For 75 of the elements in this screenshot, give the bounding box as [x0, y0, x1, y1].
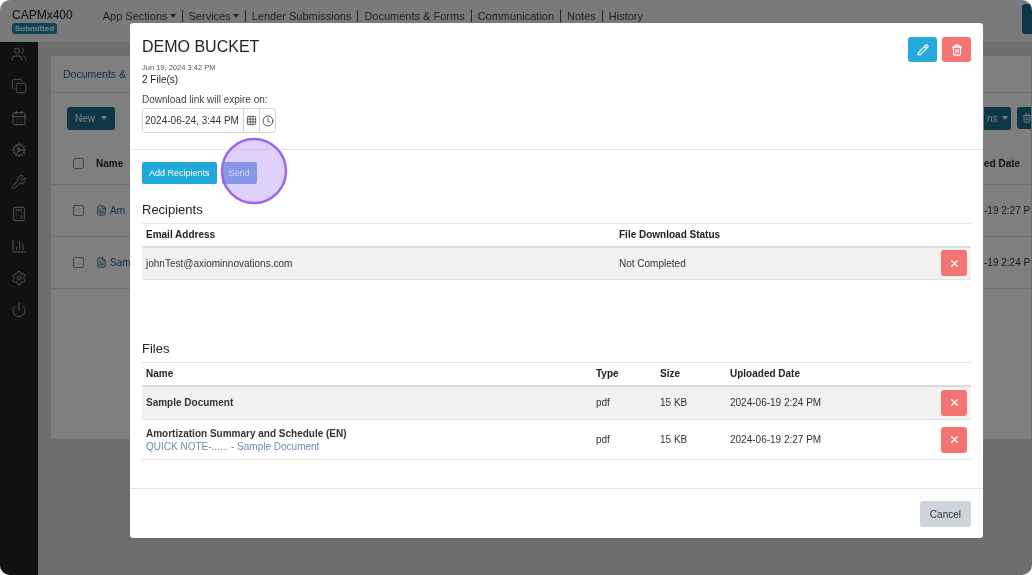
column-header: Name	[96, 158, 124, 169]
settings-icon[interactable]	[11, 142, 27, 158]
column-header: Name	[142, 362, 592, 386]
close-icon	[948, 434, 960, 445]
cancel-button[interactable]: Cancel	[919, 501, 971, 527]
users-icon[interactable]	[11, 46, 27, 62]
nav-link[interactable]: App Sections	[96, 10, 182, 22]
column-header: Type	[592, 362, 656, 386]
column-header: Email Address	[142, 223, 615, 247]
edit-button[interactable]	[908, 37, 937, 62]
date-cell-text: 2024-06-19 2:27 PM	[730, 434, 823, 445]
checkbox[interactable]	[73, 205, 84, 216]
close-icon	[948, 257, 960, 269]
column-header: Uploaded Date	[726, 362, 937, 386]
new-button[interactable]: New	[67, 106, 115, 130]
file-name: Amortization Summary and Schedule (EN)	[146, 427, 348, 439]
add-recipients-button[interactable]: Add Recipients	[142, 162, 217, 184]
pencil-icon	[916, 43, 929, 56]
table-cell: -19 2:24 P	[984, 257, 1031, 268]
file-link[interactable]: Sam	[110, 257, 131, 268]
type-cell-text: pdf	[596, 434, 611, 445]
remove-button[interactable]	[941, 389, 967, 416]
actions-button[interactable]: ns	[984, 106, 1011, 130]
nav-link[interactable]: Communication	[470, 10, 561, 22]
trash-icon	[950, 43, 963, 56]
size-cell-text: 15 KB	[660, 434, 689, 445]
column-header: File Download Status	[615, 223, 937, 247]
highlight-circle	[220, 137, 288, 205]
date-cell-text: 2024-06-19 2:24 PM	[730, 397, 823, 409]
expiry-label: Download link will expire on:	[142, 94, 268, 105]
size-cell-text: 15 KB	[660, 397, 689, 409]
caret-icon	[232, 14, 239, 18]
file-link[interactable]: Am	[110, 205, 125, 216]
power-icon[interactable]	[11, 302, 27, 318]
remove-button[interactable]	[941, 250, 967, 277]
remove-button[interactable]	[1016, 107, 1031, 129]
remove-button[interactable]	[941, 426, 967, 453]
nav-link[interactable]: History	[601, 10, 650, 22]
email-cell-text: johnTest@axiominnovations.com	[146, 257, 294, 269]
column-header: Size	[656, 362, 726, 386]
status-badge: Submitted	[12, 23, 58, 34]
nav-link[interactable]: Lender Submissions	[244, 10, 358, 22]
delete-button[interactable]	[942, 37, 971, 62]
file-name: Sample Document	[146, 397, 235, 409]
calendar-icon[interactable]	[243, 109, 259, 132]
table-cell: -19 2:27 P	[984, 205, 1031, 216]
wrench-icon[interactable]	[11, 174, 27, 190]
calculator-icon[interactable]	[11, 206, 27, 222]
nav-link[interactable]: Documents & Forms	[357, 10, 471, 22]
column-header: ed Date	[984, 158, 1021, 169]
caret-icon	[101, 116, 107, 120]
send-button[interactable]: Send	[221, 162, 257, 184]
type-cell-text: pdf	[596, 397, 611, 409]
pdf-file-icon	[96, 205, 107, 216]
checkbox[interactable]	[73, 158, 84, 169]
caret-icon	[1001, 116, 1008, 120]
close-icon	[948, 397, 960, 409]
pdf-file-icon	[96, 257, 107, 268]
copy-icon[interactable]	[11, 78, 27, 94]
nav-link[interactable]: Notes	[560, 10, 602, 22]
status-cell-text: Not Completed	[619, 257, 687, 269]
app-name: CAPMx400	[12, 9, 73, 22]
section-title: Files	[142, 341, 171, 356]
modal-title: DEMO BUCKET	[142, 37, 260, 57]
expiry-date-field[interactable]: 2024-06-24, 3:44 PM	[142, 108, 276, 133]
caret-icon	[169, 14, 176, 18]
nav-link[interactable]: Services	[181, 10, 245, 22]
panel-tab[interactable]: Documents &	[63, 68, 127, 80]
section-title: Recipients	[142, 202, 204, 217]
checkbox[interactable]	[73, 257, 84, 268]
bar-chart-icon[interactable]	[11, 238, 27, 254]
file-count: 2 File(s)	[142, 74, 179, 85]
gear-icon[interactable]	[11, 270, 27, 286]
note-link[interactable]: QUICK NOTE-...... - Sample Document	[146, 440, 588, 452]
clock-icon[interactable]	[259, 109, 275, 132]
